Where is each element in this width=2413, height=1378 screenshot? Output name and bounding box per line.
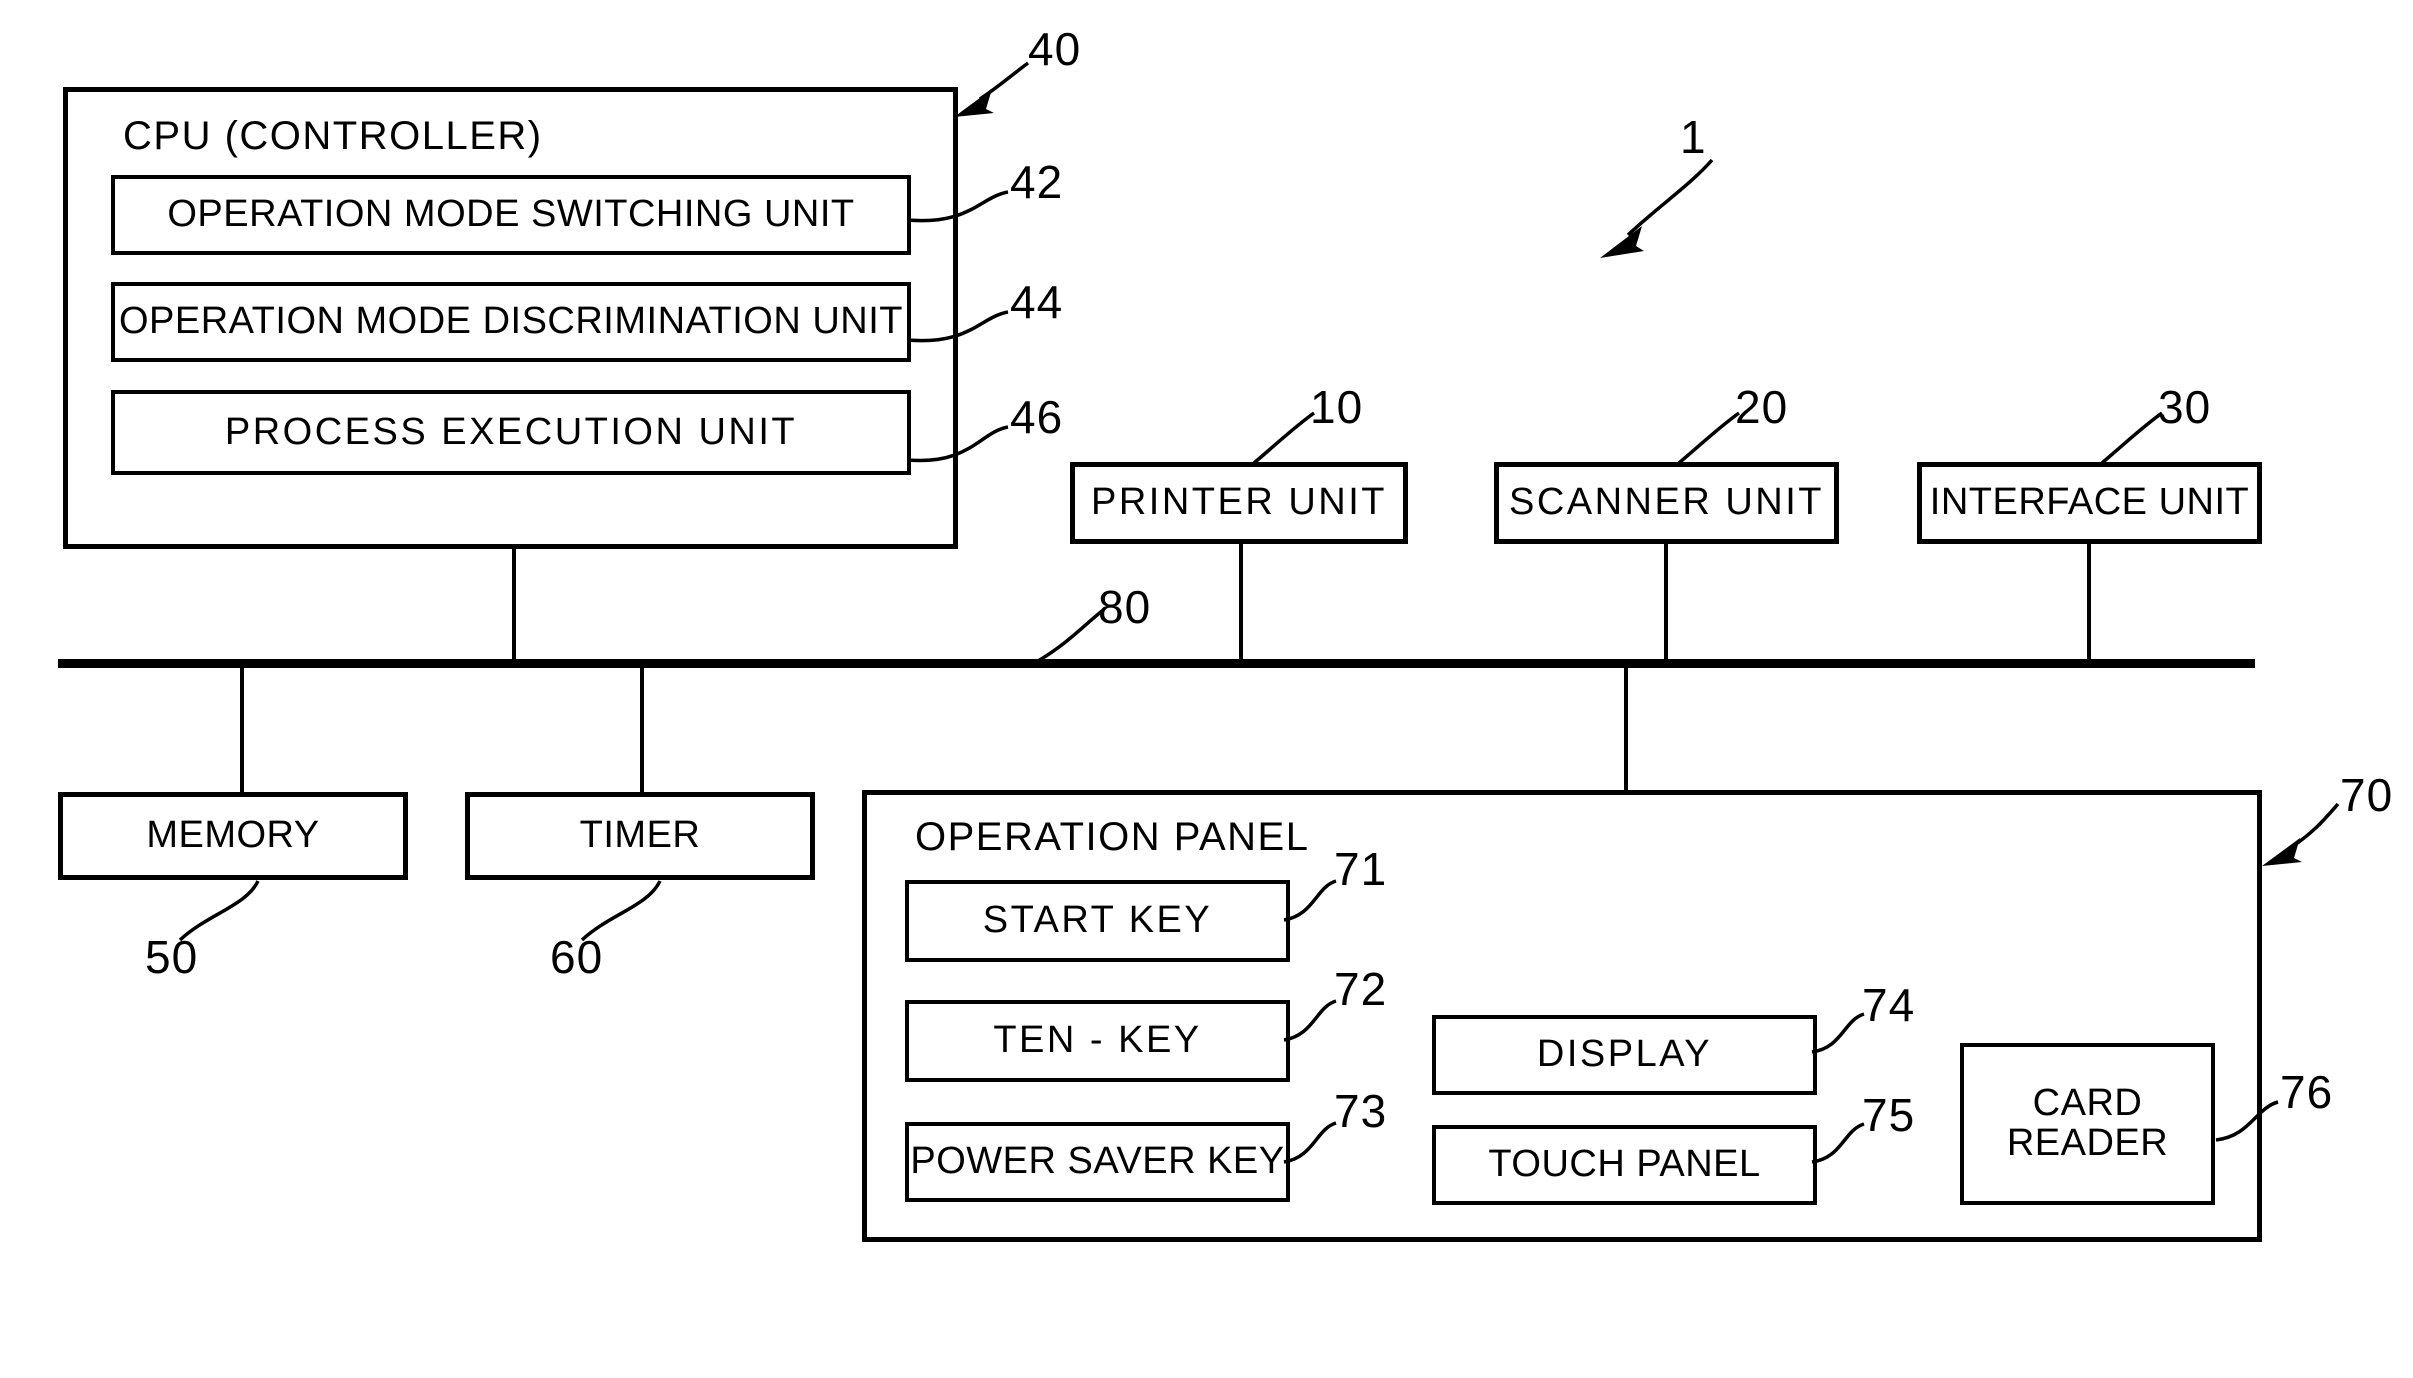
ref-numeral-discrimination-unit: 44 — [1010, 276, 1064, 328]
ten-key-box: TEN - KEY — [905, 1000, 1290, 1082]
ref-numeral-system: 1 — [1680, 111, 1707, 163]
operation-mode-discrimination-unit-box: OPERATION MODE DISCRIMINATION UNIT — [111, 282, 911, 362]
leader-line-system — [1600, 158, 1714, 258]
operation-mode-discrimination-unit-label: OPERATION MODE DISCRIMINATION UNIT — [118, 300, 904, 343]
cpu-controller-title: CPU (CONTROLLER) — [123, 114, 543, 158]
start-key-box: START KEY — [905, 880, 1290, 962]
process-execution-unit-box: PROCESS EXECUTION UNIT — [111, 390, 911, 475]
system-bus-line — [58, 659, 2255, 668]
ref-numeral-process-execution-unit: 46 — [1010, 391, 1064, 443]
display-box: DISPLAY — [1432, 1015, 1817, 1095]
connector-operation-panel-to-bus — [1624, 664, 1628, 792]
memory-label: MEMORY — [146, 814, 320, 857]
timer-label: TIMER — [579, 814, 701, 857]
touch-panel-box: TOUCH PANEL — [1432, 1125, 1817, 1205]
connector-scanner-to-bus — [1664, 544, 1668, 664]
ref-numeral-memory: 50 — [145, 931, 199, 983]
connector-timer-to-bus — [640, 664, 644, 794]
printer-unit-box: PRINTER UNIT — [1070, 462, 1408, 544]
cpu-controller-box: CPU (CONTROLLER) OPERATION MODE SWITCHIN… — [63, 87, 958, 549]
power-saver-key-box: POWER SAVER KEY — [905, 1122, 1290, 1202]
ref-numeral-printer-unit: 10 — [1310, 381, 1364, 433]
ref-numeral-timer: 60 — [550, 931, 604, 983]
power-saver-key-label: POWER SAVER KEY — [910, 1140, 1285, 1183]
operation-mode-switching-unit-label: OPERATION MODE SWITCHING UNIT — [167, 193, 855, 236]
ref-numeral-start-key: 71 — [1334, 843, 1388, 895]
connector-printer-to-bus — [1239, 544, 1243, 664]
ref-numeral-interface-unit: 30 — [2158, 381, 2212, 433]
ref-numeral-cpu: 40 — [1028, 23, 1082, 75]
operation-mode-switching-unit-box: OPERATION MODE SWITCHING UNIT — [111, 175, 911, 255]
card-reader-box: CARD READER — [1960, 1043, 2215, 1205]
card-reader-label: CARD READER — [2006, 1082, 2169, 1164]
printer-unit-label: PRINTER UNIT — [1091, 481, 1387, 524]
connector-interface-to-bus — [2087, 544, 2091, 664]
display-label: DISPLAY — [1536, 1033, 1713, 1076]
scanner-unit-box: SCANNER UNIT — [1494, 462, 1839, 544]
start-key-label: START KEY — [982, 899, 1213, 942]
connector-cpu-to-bus — [512, 549, 516, 664]
interface-unit-label: INTERFACE UNIT — [1929, 481, 2250, 524]
ref-numeral-power-saver-key: 73 — [1334, 1085, 1388, 1137]
patent-figure-canvas: 1 CPU (CONTROLLER) OPERATION MODE SWITCH… — [0, 0, 2413, 1378]
ten-key-label: TEN - KEY — [993, 1019, 1202, 1062]
ref-numeral-card-reader: 76 — [2280, 1066, 2334, 1118]
ref-numeral-ten-key: 72 — [1334, 963, 1388, 1015]
operation-panel-title: OPERATION PANEL — [915, 815, 1310, 859]
connector-memory-to-bus — [240, 664, 244, 794]
touch-panel-label: TOUCH PANEL — [1488, 1143, 1761, 1186]
interface-unit-box: INTERFACE UNIT — [1917, 462, 2262, 544]
timer-box: TIMER — [465, 792, 815, 880]
ref-numeral-operation-panel: 70 — [2340, 769, 2394, 821]
ref-numeral-display: 74 — [1862, 979, 1916, 1031]
scanner-unit-label: SCANNER UNIT — [1508, 481, 1825, 524]
operation-panel-box: OPERATION PANEL START KEY TEN - KEY POWE… — [862, 790, 2262, 1242]
ref-numeral-bus: 80 — [1098, 581, 1152, 633]
ref-numeral-scanner-unit: 20 — [1735, 381, 1789, 433]
memory-box: MEMORY — [58, 792, 408, 880]
ref-numeral-touch-panel: 75 — [1862, 1089, 1916, 1141]
process-execution-unit-label: PROCESS EXECUTION UNIT — [224, 410, 798, 453]
ref-numeral-switching-unit: 42 — [1010, 156, 1064, 208]
